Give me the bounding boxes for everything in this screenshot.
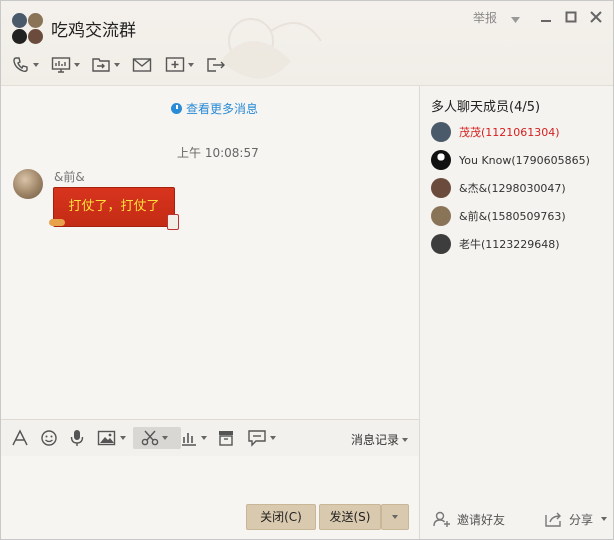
member-name: 老牛(1123229648) — [459, 238, 560, 251]
member-name: &杰&(1298030047) — [459, 182, 566, 195]
member-name: &前&(1580509763) — [459, 210, 566, 223]
member-item[interactable]: &杰&(1298030047) — [431, 177, 566, 199]
phone-icon[interactable] — [12, 53, 39, 77]
share-button[interactable]: 分享 — [544, 510, 608, 528]
voice-icon[interactable] — [69, 428, 85, 448]
member-panel-actions: 邀请好友 分享 — [420, 506, 613, 530]
group-title: 吃鸡交流群 — [51, 21, 136, 41]
avatar — [431, 122, 451, 142]
message-history-label: 消息记录 — [351, 433, 400, 447]
chevron-down-icon[interactable] — [511, 12, 520, 26]
file-transfer-icon[interactable] — [91, 53, 120, 77]
add-user-icon — [433, 511, 450, 527]
avatar — [431, 206, 451, 226]
close-button[interactable]: 关闭(C) — [246, 504, 316, 530]
message-bubble[interactable]: 打仗了，打仗了 — [53, 187, 175, 227]
message-input[interactable]: 关闭(C) 发送(S) — [1, 456, 419, 539]
member-name: 茂茂(1121061304) — [459, 126, 560, 139]
close-icon[interactable] — [590, 11, 602, 26]
chat-window: 吃鸡交流群 举报 查看更多消息 上午 10:08:57 &前& 打仗了，打仗了 … — [0, 0, 614, 540]
avatar — [431, 178, 451, 198]
scissors-icon[interactable] — [133, 427, 181, 449]
view-more-label: 查看更多消息 — [186, 102, 259, 116]
group-avatar[interactable] — [12, 13, 44, 45]
member-item[interactable]: You Know(1790605865) — [431, 149, 590, 171]
member-item[interactable]: &前&(1580509763) — [431, 205, 566, 227]
title-bar: 吃鸡交流群 举报 — [1, 1, 613, 86]
message-history-button[interactable]: 消息记录 — [351, 431, 409, 448]
member-item[interactable]: 茂茂(1121061304) — [431, 121, 560, 143]
screen-share-icon[interactable] — [51, 53, 80, 77]
avatar[interactable] — [13, 169, 43, 199]
exit-share-icon[interactable] — [206, 53, 226, 77]
chevron-down-icon — [402, 437, 409, 442]
chevron-down-icon — [392, 515, 398, 519]
bubble-decoration — [49, 219, 65, 226]
member-item[interactable]: 老牛(1123229648) — [431, 233, 560, 255]
share-icon — [545, 512, 561, 527]
image-icon[interactable] — [97, 428, 126, 448]
member-name: You Know(1790605865) — [459, 153, 590, 167]
message-sender: &前& — [54, 170, 85, 184]
send-button[interactable]: 发送(S) — [319, 504, 381, 530]
font-icon[interactable] — [11, 428, 29, 448]
member-panel: 多人聊天成员(4/5) 茂茂(1121061304) You Know(1790… — [420, 86, 613, 539]
comment-icon[interactable] — [247, 428, 276, 448]
member-panel-title: 多人聊天成员(4/5) — [431, 100, 541, 115]
mail-icon[interactable] — [132, 53, 152, 77]
invite-friends-button[interactable]: 邀请好友 — [432, 510, 505, 528]
view-more-messages-link[interactable]: 查看更多消息 — [171, 100, 258, 117]
share-label: 分享 — [569, 512, 594, 527]
message-timestamp: 上午 10:08:57 — [177, 146, 259, 160]
report-link[interactable]: 举报 — [473, 9, 497, 26]
add-app-icon[interactable] — [165, 53, 194, 77]
chart-icon[interactable] — [180, 428, 207, 448]
avatar — [431, 150, 451, 170]
clock-icon — [171, 103, 182, 114]
input-toolbar: 消息记录 — [1, 419, 419, 456]
invite-friends-label: 邀请好友 — [457, 512, 506, 527]
minimize-icon[interactable] — [540, 11, 552, 26]
archive-icon[interactable] — [217, 428, 235, 448]
chevron-down-icon — [601, 517, 608, 521]
maximize-icon[interactable] — [565, 11, 577, 26]
emoji-icon[interactable] — [40, 428, 58, 448]
avatar — [431, 234, 451, 254]
chat-history[interactable]: 查看更多消息 上午 10:08:57 &前& 打仗了，打仗了 — [1, 86, 419, 419]
bubble-decoration — [167, 214, 179, 230]
send-options-button[interactable] — [381, 504, 409, 530]
